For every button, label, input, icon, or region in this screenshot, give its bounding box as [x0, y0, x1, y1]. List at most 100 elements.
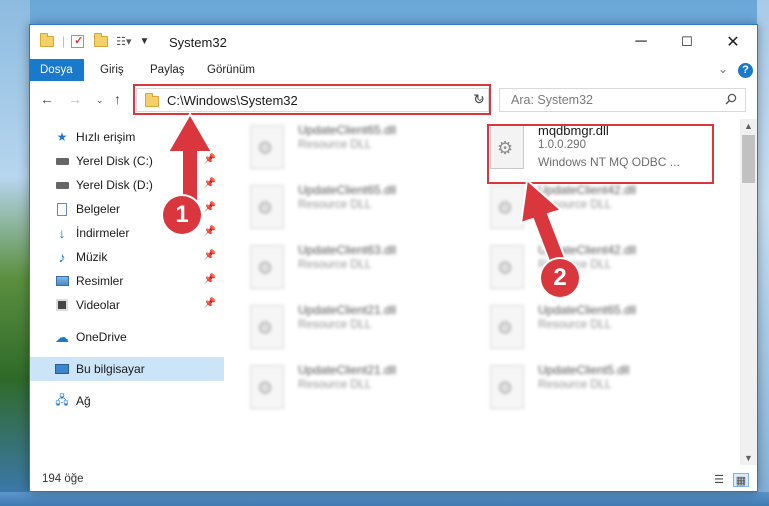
gear-icon: ⚙ — [257, 198, 274, 218]
desktop-background-bottom — [0, 492, 769, 506]
file-type: Resource DLL — [298, 199, 372, 211]
scroll-up-icon[interactable]: ▲ — [744, 121, 753, 131]
step-badge-1: 1 — [163, 196, 201, 234]
file-name: UpdateClient65.dll — [298, 183, 397, 197]
gear-icon: ⚙ — [497, 378, 514, 398]
sidebar-item-label: Yerel Disk (C:) — [76, 154, 153, 168]
file-name: UpdateClient21.dll — [298, 303, 397, 317]
desktop-background-right — [757, 0, 769, 506]
star-icon: ★ — [56, 130, 68, 144]
sidebar-item-network[interactable]: 🖧 Ağ — [30, 389, 224, 413]
file-item[interactable]: ⚙ UpdateClient65.dll Resource DLL — [466, 299, 696, 357]
title-bar: | ✓ ☷▾ ▼ System32 ─ ☐ ✕ — [30, 25, 757, 59]
gear-icon: ⚙ — [257, 258, 274, 278]
customize-toolbar-icon[interactable]: ☷▾ — [116, 35, 131, 48]
file-name: UpdateClient65.dll — [538, 303, 637, 317]
status-bar: 194 öğe ☰ ▦ — [30, 469, 757, 491]
music-icon: ♪ — [58, 249, 66, 265]
tab-view[interactable]: Görünüm — [197, 59, 265, 81]
sidebar-item-label: Hızlı erişim — [76, 130, 136, 144]
videos-icon — [54, 298, 70, 312]
window-title: System32 — [169, 35, 227, 50]
sidebar-item-label: Müzik — [76, 250, 108, 264]
desktop-background-left — [0, 0, 30, 506]
folder-icon — [40, 32, 54, 47]
recent-locations-icon[interactable]: ⌄ — [96, 95, 104, 106]
search-placeholder: Ara: System32 — [511, 93, 593, 107]
sidebar-item-this-pc[interactable]: Bu bilgisayar — [30, 357, 224, 381]
file-item[interactable]: ⚙ UpdateClient5.dll Resource DLL — [466, 359, 696, 417]
expand-ribbon-icon[interactable]: ⌄ — [718, 62, 728, 76]
file-name: UpdateClient63.dll — [298, 243, 397, 257]
file-type: Resource DLL — [538, 319, 612, 331]
documents-icon — [54, 202, 70, 216]
sidebar-item-label: Yerel Disk (D:) — [76, 178, 153, 192]
step-badge-2: 2 — [541, 259, 579, 297]
details-view-icon[interactable]: ☰ — [711, 473, 727, 487]
help-icon[interactable]: ? — [738, 63, 753, 78]
gear-icon: ⚙ — [497, 198, 514, 218]
gear-icon: ⚙ — [257, 378, 274, 398]
tab-home[interactable]: Giriş — [90, 59, 134, 81]
gear-icon: ⚙ — [497, 318, 514, 338]
file-item[interactable]: ⚙ UpdateClient21.dll Resource DLL — [226, 359, 456, 417]
back-button[interactable]: ← — [40, 91, 54, 107]
sidebar-item-label: Ağ — [76, 394, 91, 408]
file-item[interactable]: ⚙ UpdateClient65.dll Resource DLL — [226, 119, 456, 177]
sidebar-item-label: İndirmeler — [76, 226, 130, 240]
dll-file-icon: ⚙ — [250, 305, 284, 349]
pin-icon[interactable]: 📌 — [204, 250, 216, 261]
network-icon: 🖧 — [55, 392, 69, 407]
file-item[interactable]: ⚙ UpdateClient63.dll Resource DLL — [226, 239, 456, 297]
sidebar-item-label: Belgeler — [76, 202, 121, 216]
scrollbar-thumb[interactable] — [742, 135, 755, 183]
file-type: Resource DLL — [298, 379, 372, 391]
file-explorer-window: | ✓ ☷▾ ▼ System32 ─ ☐ ✕ Dosya Giriş Payl… — [29, 24, 758, 492]
sidebar-item-label: Bu bilgisayar — [76, 362, 145, 376]
tab-file[interactable]: Dosya — [30, 59, 84, 81]
dll-file-icon: ⚙ — [250, 365, 284, 409]
sidebar-item-videos[interactable]: Videolar 📌 — [30, 293, 224, 317]
pin-icon[interactable]: 📌 — [204, 298, 216, 309]
search-icon — [725, 93, 737, 105]
download-icon: ↓ — [58, 225, 66, 241]
pin-icon[interactable]: 📌 — [204, 274, 216, 285]
gear-icon: ⚙ — [257, 318, 274, 338]
sidebar-item-label: OneDrive — [76, 330, 127, 344]
up-button[interactable]: ↑ — [114, 91, 121, 107]
file-name: UpdateClient21.dll — [298, 363, 397, 377]
sidebar-item-pictures[interactable]: Resimler 📌 — [30, 269, 224, 293]
sidebar-item-label: Resimler — [76, 274, 124, 288]
file-highlight — [487, 124, 714, 184]
toolbar-separator: | — [62, 34, 66, 48]
gear-icon: ⚙ — [497, 258, 514, 278]
file-name: UpdateClient65.dll — [298, 123, 397, 137]
file-item[interactable]: ⚙ UpdateClient65.dll Resource DLL — [226, 179, 456, 237]
search-input[interactable]: Ara: System32 — [499, 88, 746, 112]
sidebar-item-label: Videolar — [76, 298, 120, 312]
file-type: Resource DLL — [538, 379, 612, 391]
file-type: Resource DLL — [298, 139, 372, 151]
pin-icon[interactable]: 📌 — [204, 226, 216, 237]
ribbon-tabs: Dosya Giriş Paylaş Görünüm ⌄ — [30, 59, 757, 81]
quick-access-toolbar: | ✓ ☷▾ ▼ — [40, 32, 150, 48]
tiles-view-icon[interactable]: ▦ — [733, 473, 749, 487]
close-button[interactable]: ✕ — [710, 25, 756, 59]
vertical-scrollbar[interactable]: ▲ ▼ — [740, 119, 757, 465]
forward-button[interactable]: → — [68, 91, 82, 107]
file-item[interactable]: ⚙ UpdateClient21.dll Resource DLL — [226, 299, 456, 357]
sidebar-item-music[interactable]: ♪ Müzik 📌 — [30, 245, 224, 269]
scroll-down-icon[interactable]: ▼ — [744, 453, 753, 463]
dll-file-icon: ⚙ — [250, 245, 284, 289]
dll-file-icon: ⚙ — [490, 305, 524, 349]
minimize-button[interactable]: ─ — [618, 25, 664, 59]
computer-icon — [54, 362, 70, 376]
quick-access-dropdown-icon[interactable]: ▼ — [140, 36, 150, 47]
maximize-button[interactable]: ☐ — [664, 25, 710, 59]
new-folder-icon[interactable] — [94, 32, 109, 47]
drive-icon — [54, 154, 70, 168]
sidebar-item-onedrive[interactable]: ☁ OneDrive — [30, 325, 224, 349]
properties-icon[interactable]: ✓ — [71, 34, 85, 48]
dll-file-icon: ⚙ — [250, 125, 284, 169]
tab-share[interactable]: Paylaş — [140, 59, 195, 81]
